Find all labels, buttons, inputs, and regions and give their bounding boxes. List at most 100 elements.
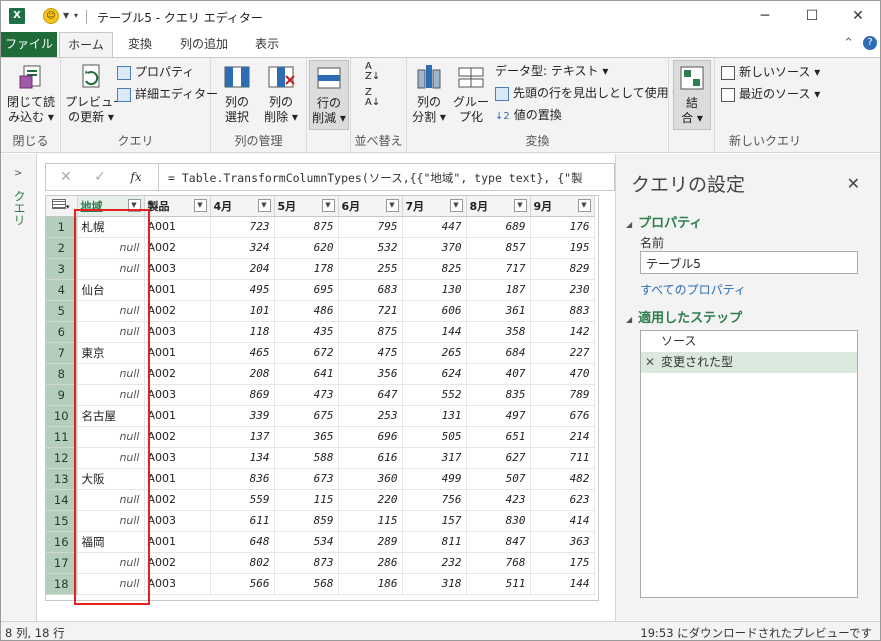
cell-value[interactable]: 683 [338, 279, 403, 301]
cell-value[interactable]: 204 [210, 258, 275, 280]
cell-region[interactable]: 東京 [77, 342, 145, 364]
filter-dropdown-icon[interactable]: ▼ [127, 199, 141, 212]
cell-region[interactable]: 仙台 [77, 279, 145, 301]
cell-value[interactable]: 624 [402, 363, 467, 385]
minimize-button[interactable]: ─ [742, 1, 788, 32]
cell-value[interactable]: 175 [530, 552, 595, 574]
cell-value[interactable]: 623 [530, 489, 595, 511]
data-type-button[interactable]: データ型: テキスト ▾ [495, 61, 608, 81]
chevron-down-icon[interactable]: ▼ [63, 11, 69, 20]
cell-value[interactable]: 195 [530, 237, 595, 259]
cell-value[interactable]: 651 [466, 426, 531, 448]
close-load-button[interactable]: 閉じて読 み込む ▾ [7, 62, 55, 125]
cell-product[interactable]: A002 [144, 363, 211, 385]
cell-region[interactable]: 名古屋 [77, 405, 145, 427]
advanced-editor-button[interactable]: 詳細エディター [117, 84, 218, 104]
cell-region[interactable]: null [77, 237, 145, 259]
cell-value[interactable]: 499 [402, 468, 467, 490]
cell-value[interactable]: 227 [530, 342, 595, 364]
cell-value[interactable]: 847 [466, 531, 531, 553]
row-number[interactable]: 9 [46, 384, 78, 406]
cell-value[interactable]: 648 [210, 531, 275, 553]
cell-value[interactable]: 873 [274, 552, 339, 574]
cell-value[interactable]: 835 [466, 384, 531, 406]
cell-region[interactable]: null [77, 489, 145, 511]
cell-region[interactable]: null [77, 258, 145, 280]
cell-value[interactable]: 616 [338, 447, 403, 469]
cell-value[interactable]: 435 [274, 321, 339, 343]
cell-value[interactable]: 137 [210, 426, 275, 448]
choose-columns-button[interactable]: 列の 選択 [217, 62, 257, 125]
cell-value[interactable]: 673 [274, 468, 339, 490]
table-row[interactable]: 6 null A003 118 435 875 144 358 142 [46, 321, 595, 343]
filter-dropdown-icon[interactable]: ▼ [577, 199, 591, 212]
recent-sources-button[interactable]: 最近のソース ▾ [721, 84, 820, 104]
table-row[interactable]: 10 名古屋 A001 339 675 253 131 497 676 [46, 405, 595, 427]
cell-region[interactable]: null [77, 552, 145, 574]
cell-value[interactable]: 407 [466, 363, 531, 385]
cell-value[interactable]: 423 [466, 489, 531, 511]
cell-value[interactable]: 157 [402, 510, 467, 532]
cell-value[interactable]: 118 [210, 321, 275, 343]
split-column-button[interactable]: 列の 分割 ▾ [409, 62, 449, 125]
cell-value[interactable]: 208 [210, 363, 275, 385]
collapse-ribbon-icon[interactable]: ⌃ [843, 36, 854, 51]
cell-value[interactable]: 825 [402, 258, 467, 280]
cell-value[interactable]: 676 [530, 405, 595, 427]
cell-value[interactable]: 486 [274, 300, 339, 322]
cell-value[interactable]: 857 [466, 237, 531, 259]
table-row[interactable]: 5 null A002 101 486 721 606 361 883 [46, 300, 595, 322]
cell-product[interactable]: A002 [144, 552, 211, 574]
cell-product[interactable]: A001 [144, 468, 211, 490]
all-properties-link[interactable]: すべてのプロパティ [640, 281, 746, 298]
table-row[interactable]: 18 null A003 566 568 186 318 511 144 [46, 573, 595, 595]
table-row[interactable]: 9 null A003 869 473 647 552 835 789 [46, 384, 595, 406]
sort-ascending-button[interactable]: A Z↓ [365, 62, 380, 84]
row-number[interactable]: 6 [46, 321, 78, 343]
row-number[interactable]: 13 [46, 468, 78, 490]
cell-value[interactable]: 131 [402, 405, 467, 427]
column-header-apr[interactable]: 4月 ▼ [210, 196, 275, 217]
cell-value[interactable]: 768 [466, 552, 531, 574]
table-row[interactable]: 4 仙台 A001 495 695 683 130 187 230 [46, 279, 595, 301]
cell-value[interactable]: 142 [530, 321, 595, 343]
cell-value[interactable]: 130 [402, 279, 467, 301]
row-number[interactable]: 16 [46, 531, 78, 553]
cell-value[interactable]: 339 [210, 405, 275, 427]
cell-value[interactable]: 324 [210, 237, 275, 259]
row-number[interactable]: 4 [46, 279, 78, 301]
row-number[interactable]: 12 [46, 447, 78, 469]
table-row[interactable]: 14 null A002 559 115 220 756 423 623 [46, 489, 595, 511]
cell-product[interactable]: A001 [144, 531, 211, 553]
maximize-button[interactable]: ☐ [789, 1, 835, 32]
cell-value[interactable]: 115 [338, 510, 403, 532]
filter-dropdown-icon[interactable]: ▼ [513, 199, 527, 212]
table-row[interactable]: 1 札幌 A001 723 875 795 447 689 176 [46, 216, 595, 238]
cell-product[interactable]: A002 [144, 426, 211, 448]
column-header-sep[interactable]: 9月 ▼ [530, 196, 595, 217]
cell-value[interactable]: 465 [210, 342, 275, 364]
cell-value[interactable]: 802 [210, 552, 275, 574]
query-name-input[interactable]: テーブル5 [640, 251, 858, 274]
close-settings-icon[interactable]: ✕ [847, 174, 860, 193]
filter-dropdown-icon[interactable]: ▼ [449, 199, 463, 212]
cell-product[interactable]: A001 [144, 279, 211, 301]
properties-section-heading[interactable]: ◢ プロパティ [626, 212, 702, 231]
cell-value[interactable]: 475 [338, 342, 403, 364]
cell-value[interactable]: 176 [530, 216, 595, 238]
cell-value[interactable]: 675 [274, 405, 339, 427]
cell-product[interactable]: A003 [144, 384, 211, 406]
step-item-changed-type[interactable]: ✕ 変更された型 [641, 352, 857, 373]
row-number[interactable]: 1 [46, 216, 78, 238]
remove-columns-button[interactable]: 列の 削除 ▾ [259, 62, 303, 125]
table-row[interactable]: 17 null A002 802 873 286 232 768 175 [46, 552, 595, 574]
cell-value[interactable]: 134 [210, 447, 275, 469]
cell-value[interactable]: 883 [530, 300, 595, 322]
cell-value[interactable]: 684 [466, 342, 531, 364]
cell-value[interactable]: 723 [210, 216, 275, 238]
column-header-product[interactable]: 製品 ▼ [144, 196, 211, 217]
cell-value[interactable]: 552 [402, 384, 467, 406]
tab-add-column[interactable]: 列の追加 [171, 32, 237, 57]
customize-quick-access-icon[interactable]: ▾ [74, 11, 78, 20]
cell-value[interactable]: 606 [402, 300, 467, 322]
